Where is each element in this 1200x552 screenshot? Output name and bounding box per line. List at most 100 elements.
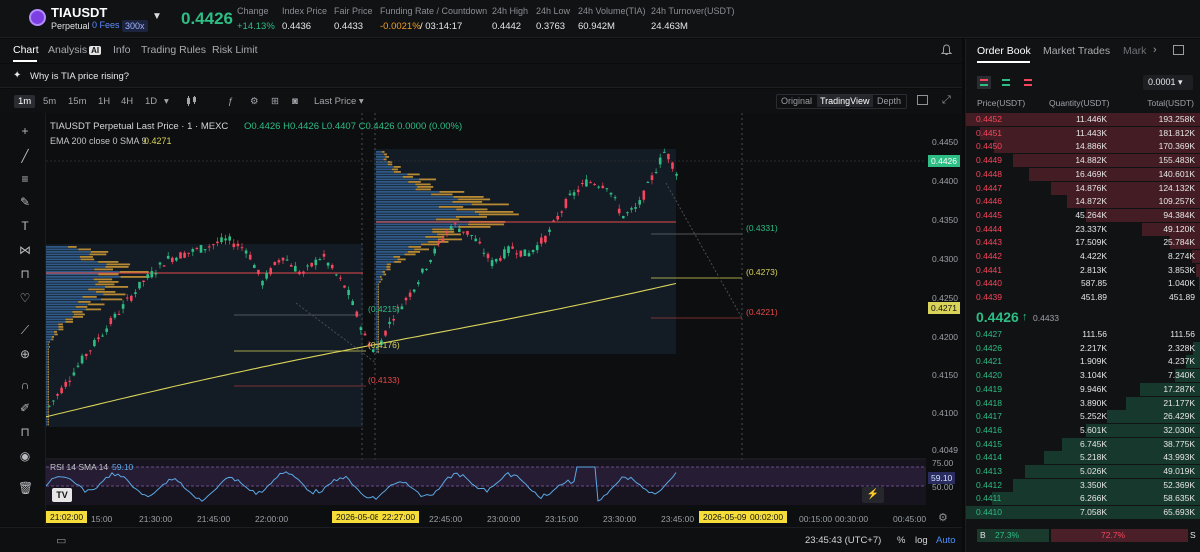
camera-icon[interactable]: ◙ [292,96,298,107]
tab-risk-limit[interactable]: Risk Limit [212,44,258,56]
bid-row[interactable]: 0.4419 9.946K 17.287K [966,382,1200,397]
bid-row[interactable]: 0.4420 3.104K 7.340K [966,369,1200,383]
ask-row[interactable]: 0.4442 4.422K 8.274K [966,250,1200,264]
price-chart[interactable]: TIAUSDT Perpetual Last Price · 1 · MEXC … [46,113,926,526]
more-timeframes-icon[interactable]: ▾ [164,96,169,107]
bid-row[interactable]: 0.4416 5.601K 32.030K [966,423,1200,438]
tab-chart[interactable]: Chart [13,44,39,56]
ruler-icon[interactable]: ⟋ [18,323,32,337]
both-sides-view-icon[interactable] [977,76,991,89]
ask-row[interactable]: 0.4451 11.443K 181.812K [966,126,1200,141]
price-axis[interactable]: 0.4450 0.4400 0.4350 0.4300 0.4250 0.420… [926,113,962,526]
bid-price: 0.4418 [976,397,1002,408]
ask-row[interactable]: 0.4448 16.469K 140.601K [966,167,1200,182]
bids-view-icon[interactable] [999,76,1013,89]
bid-row[interactable]: 0.4427 111.56 111.56 [966,328,1200,342]
precision-select[interactable]: 0.0001 ▾ [1143,75,1193,90]
tab-market-trades[interactable]: Market Trades [1043,45,1110,57]
indicators-icon[interactable]: ƒ [228,96,233,107]
settings-icon[interactable]: ⚙ [250,96,259,107]
ask-row[interactable]: 0.4446 14.872K 109.257K [966,195,1200,209]
trend-line-icon[interactable]: ╱ [18,149,32,163]
ask-row[interactable]: 0.4443 17.509K 25.784K [966,236,1200,250]
lock-drawing-icon[interactable]: ✐ [18,401,32,415]
ask-row[interactable]: 0.4444 23.337K 49.120K [966,222,1200,237]
bid-row[interactable]: 0.4413 5.026K 49.019K [966,465,1200,479]
ask-price: 0.4451 [976,127,1002,138]
tab-analysis[interactable]: Analysis AI [48,44,102,56]
ai-prompt-bar[interactable]: ✦ Why is TIA price rising? [0,64,962,88]
symbol-name[interactable]: TIAUSDT [51,5,107,20]
expand-icon[interactable]: ⤢ [942,94,951,107]
bid-row[interactable]: 0.4418 3.890K 21.177K [966,396,1200,411]
asks-view-icon[interactable] [1021,76,1035,89]
panel-layout-icon[interactable] [1173,45,1184,55]
timeframe-1h[interactable]: 1H [98,96,110,107]
bid-row[interactable]: 0.4412 3.350K 52.369K [966,478,1200,493]
crosshair-icon[interactable]: + [18,124,32,138]
chart-canvas[interactable] [46,113,926,526]
timeframe-15m[interactable]: 15m [68,96,86,107]
log-toggle[interactable]: log [915,535,928,546]
tab-mark[interactable]: Mark [1123,45,1146,57]
volume-bar [478,213,519,216]
stat-label-funding[interactable]: Funding Rate / Countdown [380,6,487,16]
pattern-icon[interactable]: ⋈ [18,243,32,257]
bid-row[interactable]: 0.4421 1.909K 4.237K [966,355,1200,369]
ask-row[interactable]: 0.4449 14.882K 155.483K [966,154,1200,168]
time-axis[interactable] [46,506,926,527]
eye-icon[interactable]: ◉ [18,449,32,463]
clock-text[interactable]: 23:45:43 (UTC+7) [805,535,881,546]
horizontal-lines-icon[interactable]: ≡ [18,172,32,186]
zoom-in-icon[interactable]: ⊕ [18,347,32,361]
candle-type-icon[interactable] [185,96,199,109]
timeframe-1m[interactable]: 1m [14,95,36,108]
flash-icon[interactable]: ⚡ [862,487,884,503]
timeframe-5m[interactable]: 5m [43,96,56,107]
tradingview-logo[interactable]: TV [52,488,72,502]
chevron-right-icon[interactable]: › [1153,44,1157,56]
ask-row[interactable]: 0.4450 14.886K 170.369K [966,140,1200,154]
candle-body [183,252,186,258]
ai-prompt-text[interactable]: Why is TIA price rising? [30,71,129,82]
lock-icon[interactable]: ⊓ [18,425,32,439]
percent-toggle[interactable]: % [897,535,905,546]
ask-row[interactable]: 0.4439 451.89 451.89 [966,291,1200,305]
view-depth[interactable]: Depth [877,96,901,106]
rsi-legend-label[interactable]: RSI 14 SMA 14 [50,462,108,472]
bell-icon[interactable] [940,44,953,59]
ema-legend-label[interactable]: EMA 200 close 0 SMA 9 [50,136,147,146]
favorite-icon[interactable]: ♡ [18,291,32,305]
text-icon[interactable]: T [18,219,32,233]
price-type-select[interactable]: Last Price ▾ [314,96,364,107]
bid-row[interactable]: 0.4414 5.218K 43.993K [966,451,1200,465]
view-tradingview[interactable]: TradingView [817,95,873,107]
bid-row[interactable]: 0.4410 7.058K 65.693K [966,506,1200,520]
bid-row[interactable]: 0.4426 2.217K 2.328K [966,341,1200,356]
calendar-icon[interactable]: ▭ [56,534,66,547]
timeframe-1d[interactable]: 1D [145,96,157,107]
bid-row[interactable]: 0.4411 6.266K 58.635K [966,492,1200,506]
ask-row[interactable]: 0.4441 2.813K 3.853K [966,263,1200,278]
trash-icon[interactable]: 🗑 [18,481,33,495]
mid-price[interactable]: 0.4426 [976,309,1019,325]
tab-trading-rules[interactable]: Trading Rules [141,44,206,56]
tab-info[interactable]: Info [113,44,131,56]
forecast-icon[interactable]: ⊓ [18,267,32,281]
timeframe-4h[interactable]: 4H [121,96,133,107]
time-settings-icon[interactable]: ⚙ [938,511,948,524]
layout-icon[interactable] [917,95,928,105]
view-original[interactable]: Original [781,96,812,106]
bid-row[interactable]: 0.4415 6.745K 38.775K [966,437,1200,452]
magnet-icon[interactable]: ∩ [18,378,32,392]
ask-row[interactable]: 0.4452 11.446K 193.258K [966,113,1200,127]
brush-icon[interactable]: ✎ [18,195,32,209]
tab-order-book[interactable]: Order Book [977,45,1031,57]
auto-toggle[interactable]: Auto [936,535,956,546]
fullscreen-icon[interactable]: ⊞ [271,96,279,107]
ask-row[interactable]: 0.4440 587.85 1.040K [966,277,1200,291]
bid-row[interactable]: 0.4417 5.252K 26.429K [966,410,1200,424]
symbol-dropdown-icon[interactable]: ▼ [152,11,162,22]
ask-row[interactable]: 0.4445 45.264K 94.384K [966,208,1200,223]
ask-row[interactable]: 0.4447 14.876K 124.132K [966,181,1200,196]
